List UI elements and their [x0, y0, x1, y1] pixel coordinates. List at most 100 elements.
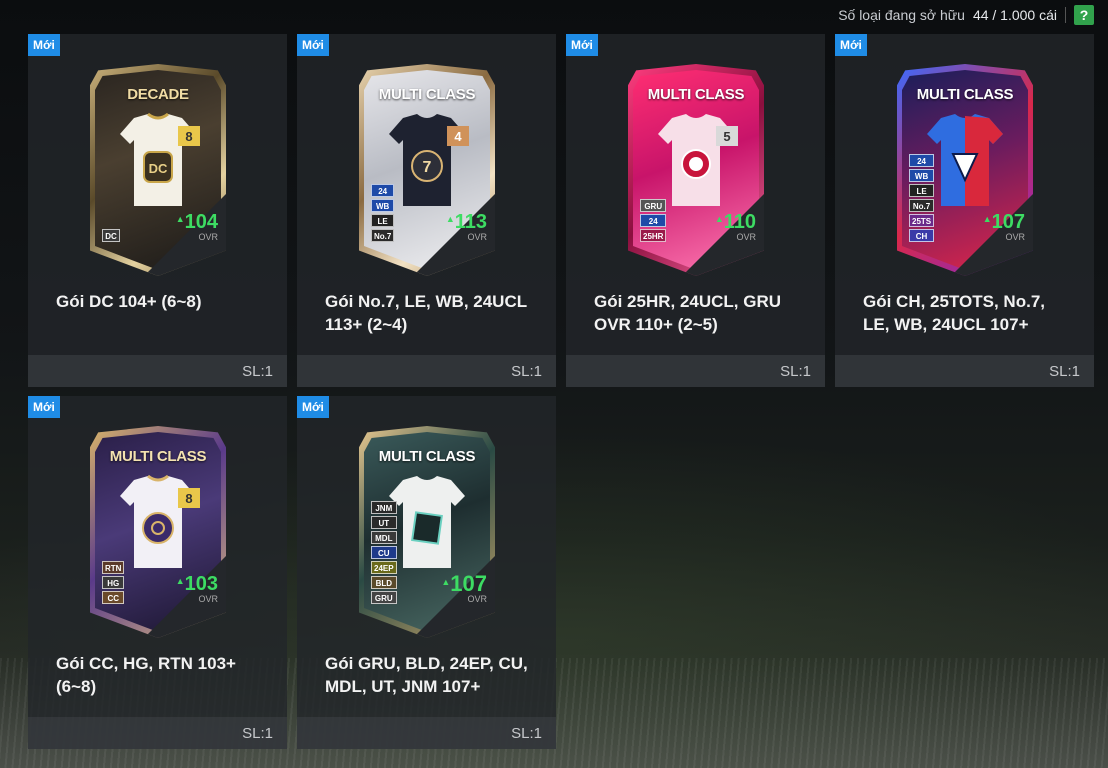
class-chip: HG	[102, 576, 125, 589]
class-chips: GRU 24 25HR	[640, 199, 667, 242]
class-chips: JNM UT MDL CU 24EP BLD GRU	[371, 501, 397, 604]
ovr-value: ▲110 OVR	[715, 209, 756, 242]
class-chip: UT	[371, 516, 397, 529]
card-label: MULTI CLASS	[378, 86, 476, 103]
ovr-number: 107	[991, 211, 1025, 233]
class-chip: GRU	[371, 591, 397, 604]
class-chip: DC	[102, 229, 120, 242]
pack-quantity: SL:1	[297, 355, 556, 387]
pack-card-image: MULTI CLASS JNM UT MDL CU 24EP BLD GRU ▲…	[359, 426, 495, 638]
pack-quantity: SL:1	[28, 717, 287, 749]
class-chips: RTN HG CC	[102, 561, 125, 604]
class-chip: CU	[371, 546, 397, 559]
class-chip: 24	[371, 184, 395, 197]
ovr-number: 104	[184, 211, 218, 233]
class-chip: No.7	[371, 229, 395, 242]
svg-text:7: 7	[423, 159, 432, 176]
class-chip: BLD	[371, 576, 397, 589]
pack-quantity: SL:1	[28, 355, 287, 387]
pack-title: Gói GRU, BLD, 24EP, CU, MDL, UT, JNM 107…	[325, 654, 528, 696]
ownership-label: Số loại đang sở hữu	[838, 7, 965, 23]
ovr-up-arrow-icon: ▲	[982, 214, 992, 224]
class-chip: No.7	[909, 199, 935, 212]
card-label: MULTI CLASS	[109, 448, 207, 465]
pack-card-image: MULTI CLASS 7 4 24 WB LE No.7 ▲113 OVR	[359, 64, 495, 276]
ovr-value: ▲103 OVR	[176, 571, 218, 604]
jersey-number: 8	[178, 126, 200, 146]
card-label: MULTI CLASS	[647, 86, 745, 103]
pack-tile[interactable]: Mới MULTI CLASS 7 4 24 WB LE No.7 ▲113 OV…	[297, 34, 556, 387]
jersey-number: 5	[716, 126, 738, 146]
ovr-value: ▲107 OVR	[983, 209, 1025, 242]
ovr-up-arrow-icon: ▲	[445, 214, 455, 224]
class-chip: CC	[102, 591, 125, 604]
pack-title: Gói 25HR, 24UCL, GRU OVR 110+ (2~5)	[594, 292, 782, 334]
pack-title: Gói CC, HG, RTN 103+ (6~8)	[56, 654, 236, 696]
ovr-up-arrow-icon: ▲	[714, 214, 724, 224]
pack-title: Gói CH, 25TOTS, No.7, LE, WB, 24UCL 107+	[863, 292, 1045, 334]
pack-card-image: MULTI CLASS 24 WB LE No.7 25TS CH ▲107 OV…	[897, 64, 1033, 276]
divider	[1065, 7, 1066, 23]
ovr-label: OVR	[736, 232, 756, 242]
ovr-number: 107	[450, 571, 487, 596]
class-chip: 24	[909, 154, 935, 167]
jersey-icon	[389, 474, 465, 570]
ovr-up-arrow-icon: ▲	[175, 576, 185, 586]
new-badge: Mới	[28, 34, 60, 56]
pack-tile[interactable]: Mới MULTI CLASS 5 GRU 24 25HR ▲110 OVR Gó…	[566, 34, 825, 387]
class-chip: RTN	[102, 561, 125, 574]
card-label: DECADE	[127, 86, 189, 103]
ovr-number: 103	[184, 573, 218, 595]
jersey-number: 4	[447, 126, 469, 146]
pack-quantity: SL:1	[297, 717, 556, 749]
class-chip: LE	[371, 214, 395, 227]
ovr-value: ▲113 OVR	[446, 209, 487, 242]
pack-title: Gói No.7, LE, WB, 24UCL 113+ (2~4)	[325, 292, 527, 334]
ovr-label: OVR	[198, 232, 218, 242]
ovr-label: OVR	[467, 232, 487, 242]
class-chip: LE	[909, 184, 935, 197]
class-chips: 24 WB LE No.7 25TS CH	[909, 154, 935, 242]
pack-card-image: DECADE DC 8 DC ▲104 OVR	[90, 64, 226, 276]
class-chip: 24	[640, 214, 667, 227]
ovr-label: OVR	[198, 594, 218, 604]
ovr-value: ▲104 OVR	[176, 209, 218, 242]
pack-tile[interactable]: Mới MULTI CLASS JNM UT MDL CU 24EP BLD G…	[297, 396, 556, 749]
pack-quantity: SL:1	[566, 355, 825, 387]
pack-quantity: SL:1	[835, 355, 1094, 387]
class-chip: CH	[909, 229, 935, 242]
pack-title: Gói DC 104+ (6~8)	[56, 292, 202, 311]
pack-card-image: MULTI CLASS 5 GRU 24 25HR ▲110 OVR	[628, 64, 764, 276]
class-chip: WB	[909, 169, 935, 182]
class-chip: JNM	[371, 501, 397, 514]
ovr-number: 113	[454, 211, 487, 233]
ovr-up-arrow-icon: ▲	[175, 214, 185, 224]
card-label: MULTI CLASS	[916, 86, 1014, 103]
pack-tile[interactable]: Mới MULTI CLASS 8 RTN HG CC ▲103 OVR Gói …	[28, 396, 287, 749]
card-label: MULTI CLASS	[378, 448, 476, 465]
ownership-bar: Số loại đang sở hữu 44 / 1.000 cái ?	[838, 4, 1094, 26]
svg-text:DC: DC	[149, 161, 168, 176]
class-chip: GRU	[640, 199, 667, 212]
new-badge: Mới	[297, 396, 329, 418]
class-chips: 24 WB LE No.7	[371, 184, 395, 242]
new-badge: Mới	[297, 34, 329, 56]
pack-tile[interactable]: Mới MULTI CLASS 24 WB LE No.7 25TS CH ▲1…	[835, 34, 1094, 387]
jersey-icon	[927, 112, 1003, 208]
help-button[interactable]: ?	[1074, 5, 1094, 25]
class-chips: DC	[102, 229, 120, 242]
ownership-count: 44 / 1.000 cái	[972, 7, 1057, 23]
ovr-number: 110	[723, 211, 756, 233]
ovr-up-arrow-icon: ▲	[441, 577, 451, 587]
jersey-number: 8	[178, 488, 200, 508]
ovr-value: ▲107 OVR	[441, 571, 487, 605]
pack-tile[interactable]: Mới DECADE DC 8 DC ▲104 OVR Gói DC 104+ (…	[28, 34, 287, 387]
new-badge: Mới	[566, 34, 598, 56]
class-chip: WB	[371, 199, 395, 212]
class-chip: 24EP	[371, 561, 397, 574]
ovr-label: OVR	[1005, 232, 1025, 242]
class-chip: MDL	[371, 531, 397, 544]
class-chip: 25TS	[909, 214, 935, 227]
class-chip: 25HR	[640, 229, 667, 242]
pack-card-image: MULTI CLASS 8 RTN HG CC ▲103 OVR	[90, 426, 226, 638]
